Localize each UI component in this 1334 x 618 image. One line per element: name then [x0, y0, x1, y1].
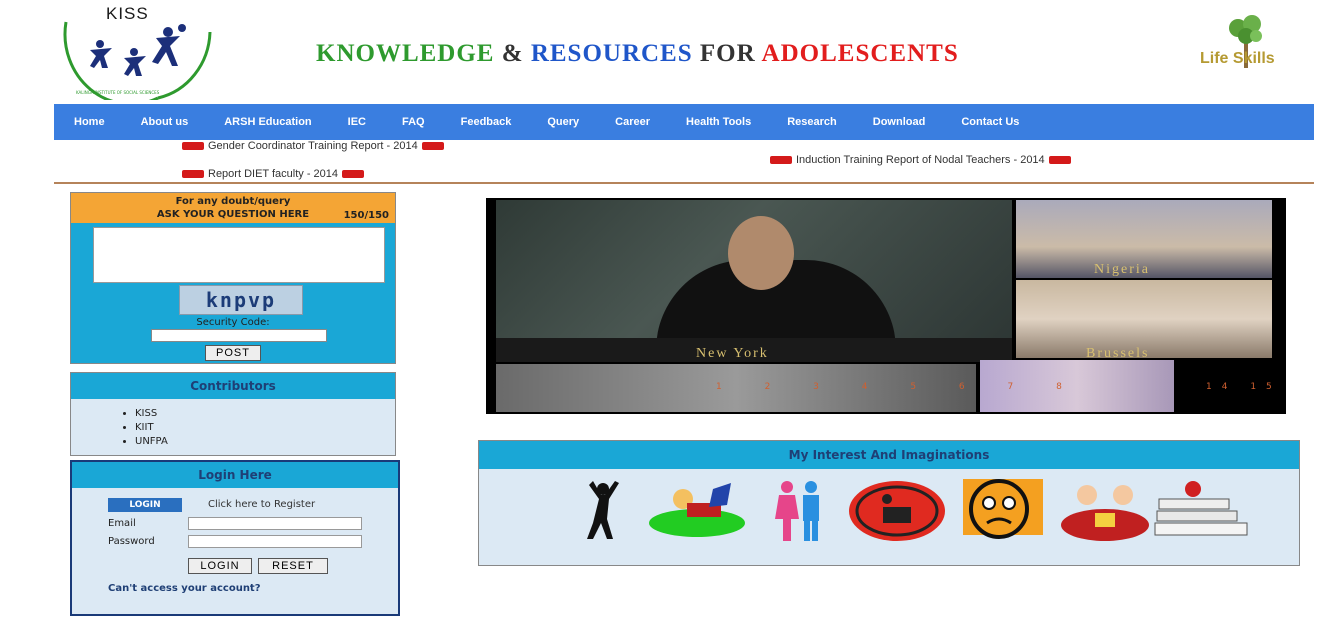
couple-icon[interactable] — [771, 479, 827, 543]
nav-health-tools[interactable]: Health Tools — [686, 116, 751, 128]
life-skills-text: Life Skills — [1200, 50, 1275, 67]
login-title: Login Here — [72, 462, 398, 488]
question-box-header: For any doubt/query ASK YOUR QUESTION HE… — [71, 193, 395, 223]
reading-kid-icon[interactable] — [647, 479, 747, 543]
main-nav: Home About us ARSH Education IEC FAQ Fee… — [54, 104, 1314, 140]
video-main-frame — [496, 200, 1012, 362]
title-part-for: FOR — [692, 40, 762, 67]
family-icon[interactable] — [1059, 479, 1153, 543]
login-box: Login Here LOGIN Click here to Register … — [70, 460, 400, 616]
new-badge-icon — [342, 170, 365, 178]
post-button[interactable]: POST — [205, 345, 261, 361]
title-part-amp: & — [494, 40, 531, 67]
contributors-box: Contributors KISS KIIT UNFPA — [70, 372, 396, 456]
new-badge-icon — [770, 156, 792, 164]
video-label-nigeria: Nigeria — [1094, 262, 1150, 277]
nav-contact-us[interactable]: Contact Us — [961, 116, 1019, 128]
kiss-logo-text: KISS — [106, 4, 149, 23]
password-field[interactable] — [188, 535, 362, 548]
interests-icons — [579, 479, 1259, 543]
login-button[interactable]: LOGIN — [188, 558, 252, 574]
security-code-input[interactable] — [151, 329, 327, 342]
char-counter: 150/150 — [343, 210, 389, 221]
email-field[interactable] — [188, 517, 362, 530]
page-frame: KISS KALINGA INSTITUTE OF SOCIAL SCIENCE… — [54, 0, 1314, 618]
contributors-list: KISS KIIT UNFPA — [71, 407, 395, 449]
site-title: KNOWLEDGE & RESOURCES FOR ADOLESCENTS — [316, 40, 959, 68]
interests-title: My Interest And Imaginations — [479, 441, 1299, 469]
news-text: Induction Training Report of Nodal Teach… — [796, 154, 1045, 166]
books-icon[interactable] — [1153, 479, 1253, 543]
worried-face-icon[interactable] — [953, 479, 1047, 543]
nav-home[interactable]: Home — [74, 116, 105, 128]
video-slide-numbers-2: 14 15 16 — [1206, 382, 1286, 392]
title-part-resources: RESOURCES — [530, 40, 693, 67]
nav-iec[interactable]: IEC — [348, 116, 366, 128]
nav-download[interactable]: Download — [873, 116, 926, 128]
new-badge-icon — [421, 142, 444, 150]
nav-about-us[interactable]: About us — [141, 116, 189, 128]
nav-career[interactable]: Career — [615, 116, 650, 128]
captcha-image: knpvp — [179, 285, 303, 315]
contributor-item[interactable]: KISS — [135, 407, 395, 421]
life-skills-logo[interactable]: Life Skills — [1194, 14, 1304, 78]
new-badge-icon — [182, 170, 204, 178]
news-item-gender-report[interactable]: Gender Coordinator Training Report - 201… — [178, 140, 448, 152]
password-label: Password — [108, 536, 155, 547]
contributor-item[interactable]: UNFPA — [135, 435, 395, 449]
news-text: Gender Coordinator Training Report - 201… — [208, 140, 418, 152]
question-header-line1: For any doubt/query — [175, 196, 291, 207]
header-divider — [54, 182, 1314, 184]
nav-feedback[interactable]: Feedback — [461, 116, 512, 128]
kiss-logo-ring-text: KALINGA INSTITUTE OF SOCIAL SCIENCES — [76, 90, 160, 95]
dancer-icon[interactable] — [579, 479, 629, 543]
speaker-head — [728, 216, 794, 290]
news-item-diet-report[interactable]: Report DIET faculty - 2014 — [178, 168, 368, 180]
security-code-label: Security Code: — [196, 317, 270, 328]
title-part-knowledge: KNOWLEDGE — [316, 40, 495, 67]
new-badge-icon — [1048, 156, 1071, 164]
new-badge-icon — [182, 142, 204, 150]
nav-faq[interactable]: FAQ — [402, 116, 425, 128]
title-part-adolescents: ADOLESCENTS — [761, 40, 959, 67]
nav-arsh-education[interactable]: ARSH Education — [224, 116, 311, 128]
nav-query[interactable]: Query — [547, 116, 579, 128]
register-link[interactable]: Click here to Register — [208, 499, 315, 510]
news-text: Report DIET faculty - 2014 — [208, 168, 339, 180]
question-box: For any doubt/query ASK YOUR QUESTION HE… — [70, 192, 396, 364]
news-item-induction-report[interactable]: Induction Training Report of Nodal Teach… — [766, 154, 1075, 166]
login-tab[interactable]: LOGIN — [108, 498, 182, 512]
nav-research[interactable]: Research — [787, 116, 837, 128]
question-textarea[interactable] — [93, 227, 385, 283]
email-label: Email — [108, 518, 136, 529]
video-player[interactable]: New York Nigeria Brussels 1 2 3 4 5 6 7 … — [486, 198, 1286, 414]
kiss-logo[interactable]: KISS KALINGA INSTITUTE OF SOCIAL SCIENCE… — [58, 2, 218, 100]
contributor-item[interactable]: KIIT — [135, 421, 395, 435]
video-slide-numbers: 1 2 3 4 5 6 7 8 — [716, 382, 1082, 392]
reset-button[interactable]: RESET — [258, 558, 328, 574]
contributors-title: Contributors — [71, 373, 395, 399]
forgot-account-link[interactable]: Can't access your account? — [108, 583, 261, 594]
interests-box: My Interest And Imaginations — [478, 440, 1300, 566]
angry-face-icon[interactable] — [847, 479, 951, 543]
tree-icon — [1229, 15, 1262, 68]
video-label-new-york: New York — [696, 346, 769, 361]
